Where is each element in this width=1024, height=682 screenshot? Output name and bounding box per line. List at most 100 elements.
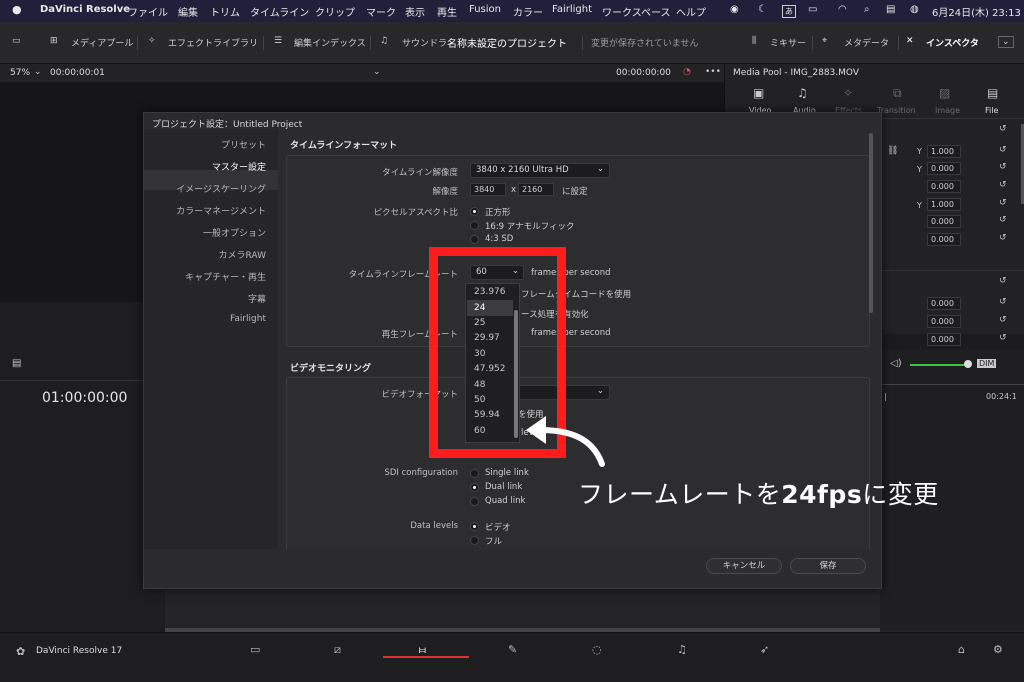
- spotlight-icon[interactable]: ⌕: [864, 4, 870, 15]
- chevron-down-icon[interactable]: ⌄: [34, 67, 42, 77]
- workspace-toggle-icon[interactable]: ▭: [12, 36, 21, 46]
- sdi-quad-radio[interactable]: [470, 497, 479, 506]
- sidebar-item-master-settings[interactable]: マスター設定: [212, 160, 266, 173]
- position-y-field[interactable]: 0.000: [927, 162, 961, 175]
- sidebar-item-fairlight[interactable]: Fairlight: [230, 314, 266, 324]
- reset-icon[interactable]: ↺: [999, 333, 1007, 343]
- content-scrollbar[interactable]: [869, 133, 873, 313]
- video-tab-icon[interactable]: ▣: [753, 86, 764, 100]
- media-page-icon[interactable]: ▭: [250, 643, 260, 656]
- menu-color[interactable]: カラー: [513, 4, 543, 19]
- resolution-width-input[interactable]: 3840: [470, 183, 506, 196]
- transition-tab-icon[interactable]: ⧉: [893, 86, 902, 101]
- menubar-clock[interactable]: 6月24日(木) 23:13: [932, 4, 1021, 19]
- cancel-button[interactable]: キャンセル: [706, 558, 782, 574]
- input-method-icon[interactable]: あ: [782, 5, 796, 18]
- crop-top-field[interactable]: 0.000: [927, 333, 961, 346]
- mixer-button[interactable]: ミキサー: [770, 36, 806, 49]
- menu-timeline[interactable]: タイムライン: [250, 4, 309, 19]
- dim-button[interactable]: DIM: [977, 359, 997, 368]
- menu-fusion[interactable]: Fusion: [469, 4, 501, 15]
- sidebar-item-presets[interactable]: プリセット: [221, 138, 266, 151]
- crop-right-field[interactable]: 0.000: [927, 315, 961, 328]
- rotation-field[interactable]: 0.000: [927, 180, 961, 193]
- fairlight-page-icon[interactable]: ♫: [677, 643, 687, 656]
- cut-page-icon[interactable]: ⧄: [334, 643, 341, 657]
- menu-help[interactable]: ヘルプ: [676, 4, 706, 19]
- menu-edit[interactable]: 編集: [178, 4, 198, 19]
- save-button[interactable]: 保存: [790, 558, 866, 574]
- pixel-aspect-sd-radio[interactable]: [470, 235, 479, 244]
- metadata-button[interactable]: メタデータ: [844, 36, 889, 49]
- reset-icon[interactable]: ↺: [999, 297, 1007, 307]
- tab-file[interactable]: File: [985, 106, 998, 115]
- sidebar-item-subtitles[interactable]: 字幕: [248, 292, 266, 305]
- anchor-y-field[interactable]: 1.000: [927, 198, 961, 211]
- data-levels-full-radio[interactable]: [470, 536, 479, 545]
- menu-clip[interactable]: クリップ: [315, 4, 355, 19]
- audio-tab-icon[interactable]: ♫: [797, 86, 808, 100]
- creative-cloud-icon[interactable]: ◉: [730, 4, 739, 15]
- sync-icon[interactable]: ◔: [683, 67, 691, 77]
- menu-app-name[interactable]: DaVinci Resolve: [40, 4, 130, 15]
- chevron-down-icon[interactable]: ⌄: [373, 67, 381, 77]
- inspector-button[interactable]: インスペクタ: [926, 36, 979, 49]
- reset-icon[interactable]: ↺: [999, 180, 1007, 190]
- edit-page-icon[interactable]: ⧦: [419, 643, 426, 657]
- deliver-page-icon[interactable]: ➶: [760, 643, 769, 656]
- menu-file[interactable]: ファイル: [128, 4, 168, 19]
- reset-icon[interactable]: ↺: [999, 145, 1007, 155]
- data-levels-video-radio[interactable]: [470, 522, 479, 531]
- timeline-view-icon[interactable]: ▤: [12, 358, 21, 369]
- menu-workspace[interactable]: ワークスペース: [602, 4, 671, 19]
- fusion-page-icon[interactable]: ✎: [508, 643, 517, 656]
- tab-transition[interactable]: Transition: [877, 106, 916, 115]
- control-center-icon[interactable]: ▤: [886, 4, 895, 15]
- zoom-level[interactable]: 57%: [10, 68, 30, 78]
- wifi-icon[interactable]: ◠: [838, 4, 847, 15]
- battery-icon[interactable]: ▭: [808, 4, 817, 15]
- volume-slider-knob[interactable]: [964, 360, 972, 368]
- collapse-icon[interactable]: ⌄: [998, 36, 1014, 48]
- link-icon[interactable]: ⛓: [887, 146, 898, 156]
- menu-playback[interactable]: 再生: [437, 4, 457, 19]
- sdi-dual-radio[interactable]: [470, 483, 479, 492]
- apple-icon[interactable]: ●: [12, 3, 22, 16]
- reset-icon[interactable]: ↺: [999, 233, 1007, 243]
- reset-icon[interactable]: ↺: [999, 315, 1007, 325]
- sidebar-item-color-management[interactable]: カラーマネージメント: [176, 204, 266, 217]
- reset-icon[interactable]: ↺: [999, 162, 1007, 172]
- sidebar-item-general-options[interactable]: 一般オプション: [203, 226, 266, 239]
- volume-slider[interactable]: [910, 364, 966, 366]
- home-icon[interactable]: ⌂: [958, 643, 965, 656]
- crop-left-field[interactable]: 0.000: [927, 297, 961, 310]
- zoom-y-field[interactable]: 1.000: [927, 145, 961, 158]
- menu-mark[interactable]: マーク: [366, 4, 396, 19]
- color-page-icon[interactable]: ◌: [592, 643, 602, 656]
- moon-icon[interactable]: ☾: [758, 4, 767, 15]
- more-options-icon[interactable]: •••: [705, 67, 721, 77]
- pixel-aspect-anamorphic-radio[interactable]: [470, 221, 479, 230]
- pixel-aspect-square-radio[interactable]: [470, 207, 479, 216]
- image-tab-icon[interactable]: ▨: [939, 86, 950, 100]
- media-pool-button[interactable]: メディアプール: [71, 36, 133, 49]
- edit-index-button[interactable]: 編集インデックス: [294, 36, 366, 49]
- file-tab-icon[interactable]: ▤: [987, 86, 998, 100]
- effects-library-button[interactable]: エフェクトライブラリ: [168, 36, 258, 49]
- menu-fairlight[interactable]: Fairlight: [552, 4, 592, 15]
- sdi-single-radio[interactable]: [470, 469, 479, 478]
- sidebar-item-camera-raw[interactable]: カメラRAW: [219, 248, 266, 261]
- pitch-field[interactable]: 0.000: [927, 215, 961, 228]
- volume-icon[interactable]: ◁): [890, 358, 902, 369]
- sound-library-button[interactable]: サウンドラ: [402, 36, 447, 49]
- reset-icon[interactable]: ↺: [999, 198, 1007, 208]
- sidebar-item-image-scaling[interactable]: イメージスケーリング: [176, 182, 266, 195]
- reset-icon[interactable]: ↺: [999, 124, 1007, 134]
- siri-icon[interactable]: ◍: [910, 4, 919, 15]
- resolution-height-input[interactable]: 2160: [518, 183, 554, 196]
- yaw-field[interactable]: 0.000: [927, 233, 961, 246]
- timeline-resolution-select[interactable]: 3840 x 2160 Ultra HD ⌄: [470, 163, 610, 178]
- reset-icon[interactable]: ↺: [999, 276, 1007, 286]
- menu-view[interactable]: 表示: [405, 4, 425, 19]
- menu-trim[interactable]: トリム: [210, 4, 240, 19]
